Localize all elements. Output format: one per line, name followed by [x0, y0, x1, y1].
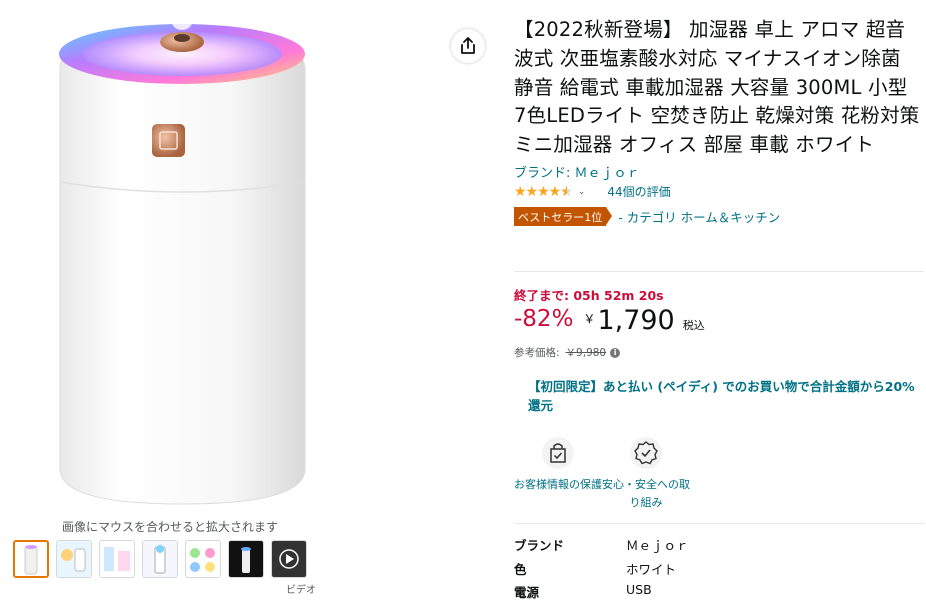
- deal-timer: 終了まで: 05h 52m 20s: [514, 288, 664, 303]
- thumbnail-video[interactable]: [271, 540, 307, 578]
- bestseller-row: ベストセラー1位 - カテゴリ ホーム＆キッチン: [514, 206, 924, 226]
- main-product-image[interactable]: [30, 14, 335, 514]
- brand-link[interactable]: ブランド: Ｍｅｊｏｒ: [514, 162, 924, 181]
- spec-row-power: 電源 USB: [514, 582, 652, 601]
- thumbnail-1[interactable]: [13, 540, 49, 578]
- star-rating-icon[interactable]: ★★★★★ ★: [514, 184, 573, 200]
- price: 1,790: [597, 305, 675, 336]
- thumbnail-5[interactable]: [185, 540, 221, 578]
- feature-label: お客様情報の保護: [514, 478, 602, 491]
- feature-privacy[interactable]: お客様情報の保護: [513, 436, 603, 494]
- list-price-row: 参考価格: ￥9,980 i: [514, 345, 621, 360]
- spec-value: USB: [626, 582, 652, 597]
- spec-value: ホワイト: [626, 562, 677, 577]
- share-button[interactable]: [451, 29, 485, 63]
- discount-percent: -82%: [514, 306, 574, 332]
- spec-key: 電源: [514, 585, 540, 600]
- thumbnail-2[interactable]: [56, 540, 92, 578]
- rating-row: ★★★★★ ★ ⌄ 44個の評価: [514, 183, 924, 201]
- spec-key: ブランド: [514, 538, 565, 553]
- bestseller-category-link[interactable]: - カテゴリ ホーム＆キッチン: [618, 207, 780, 226]
- feature-safety[interactable]: 安心・安全への取り組み: [601, 436, 691, 512]
- list-price: ￥9,980: [565, 347, 607, 359]
- video-label: ビデオ: [286, 585, 316, 596]
- product-info: 【2022秋新登場】 加湿器 卓上 アロマ 超音波式 次亜塩素酸水対応 マイナス…: [514, 16, 924, 226]
- info-icon[interactable]: i: [610, 347, 621, 358]
- currency-symbol: ￥: [583, 312, 596, 326]
- promo-link[interactable]: 【初回限定】あと払い (ペイディ) でのお買い物で合計金額から20%還元: [528, 377, 918, 415]
- bestseller-badge[interactable]: ベストセラー1位: [514, 206, 613, 226]
- spec-row-color: 色 ホワイト: [514, 559, 676, 578]
- thumbnail-6[interactable]: [228, 540, 264, 578]
- price-row: -82% ￥ 1,790 税込: [514, 306, 705, 336]
- spec-row-brand: ブランド Ｍｅｊｏｒ: [514, 535, 689, 554]
- share-icon: [461, 37, 475, 54]
- spec-key: 色: [514, 562, 527, 577]
- thumbnail-4[interactable]: [142, 540, 178, 578]
- review-count-link[interactable]: 44個の評価: [607, 183, 670, 200]
- thumbnail-strip: [13, 540, 307, 578]
- spec-value: Ｍｅｊｏｒ: [626, 538, 689, 553]
- zoom-hint: 画像にマウスを合わせると拡大されます: [61, 520, 278, 534]
- product-title: 【2022秋新登場】 加湿器 卓上 アロマ 超音波式 次亜塩素酸水対応 マイナス…: [514, 18, 920, 157]
- shield-badge-icon: [630, 437, 662, 469]
- chevron-down-icon[interactable]: ⌄: [578, 187, 586, 197]
- divider: [514, 523, 924, 524]
- feature-label: 安心・安全への取り組み: [602, 478, 690, 509]
- tax-label: 税込: [682, 319, 705, 332]
- list-price-label: 参考価格:: [514, 347, 560, 359]
- shopping-bag-check-icon: [542, 437, 574, 469]
- divider: [514, 271, 924, 272]
- thumbnail-3[interactable]: [99, 540, 135, 578]
